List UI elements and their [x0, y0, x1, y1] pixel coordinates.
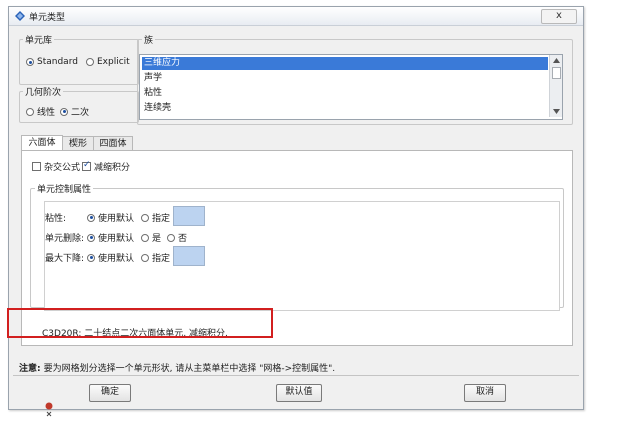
- degradation-default-radio[interactable]: [87, 253, 95, 262]
- tab-hexahedron[interactable]: 六面体: [21, 135, 63, 151]
- degradation-default-label: 使用默认: [98, 254, 135, 264]
- family-item-continuum-shell[interactable]: 连续壳: [142, 102, 171, 115]
- tab-wedge[interactable]: 楔形: [62, 136, 94, 151]
- cancel-button[interactable]: 取消: [464, 384, 506, 402]
- hybrid-checkbox[interactable]: [32, 162, 41, 171]
- radio-quadratic[interactable]: [60, 107, 68, 116]
- ok-button[interactable]: 确定: [89, 384, 131, 402]
- scroll-up-icon[interactable]: [553, 58, 560, 63]
- deletion-yes-label: 是: [152, 234, 162, 244]
- defaults-button[interactable]: 默认值: [276, 384, 322, 402]
- degradation-specify-label: 指定: [152, 254, 171, 264]
- element-type-dialog: 单元类型 x 单元库 Standard Explicit 几何阶次 线性 二次 …: [7, 6, 584, 410]
- library-option-explicit[interactable]: Explicit: [86, 57, 130, 67]
- viscosity-default-radio[interactable]: [87, 213, 95, 222]
- close-icon: x: [556, 10, 562, 21]
- scroll-down-icon[interactable]: [553, 109, 560, 114]
- library-option-standard[interactable]: Standard: [26, 57, 78, 67]
- family-list[interactable]: 三维应力 声学 粘性 连续壳: [139, 54, 563, 120]
- deletion-yes[interactable]: 是: [141, 231, 161, 244]
- viscosity-default-label: 使用默认: [98, 214, 135, 224]
- title-bar: 单元类型 x: [9, 7, 583, 26]
- family-item-viscous[interactable]: 粘性: [142, 87, 162, 100]
- viscosity-specify-label: 指定: [152, 214, 171, 224]
- radio-standard[interactable]: [26, 58, 34, 66]
- deletion-no[interactable]: 否: [167, 231, 187, 244]
- order-option-linear[interactable]: 线性: [26, 105, 55, 118]
- close-button[interactable]: x: [541, 9, 577, 24]
- deletion-yes-radio[interactable]: [141, 233, 149, 242]
- degradation-specify[interactable]: 指定: [141, 251, 170, 264]
- window-title: 单元类型: [29, 13, 66, 23]
- deletion-default-radio[interactable]: [87, 233, 95, 242]
- deletion-no-radio[interactable]: [167, 233, 175, 242]
- viscosity-default[interactable]: 使用默认: [87, 211, 134, 224]
- degradation-default[interactable]: 使用默认: [87, 251, 134, 264]
- element-library-label: 单元库: [23, 33, 55, 46]
- family-scrollbar[interactable]: [549, 55, 562, 117]
- cursor-icon: [45, 402, 53, 417]
- hybrid-label: 杂交公式: [44, 163, 81, 173]
- reduced-label: 减缩积分: [94, 163, 131, 173]
- viscosity-specify-radio[interactable]: [141, 213, 149, 222]
- note-text: 要为网格划分选择一个单元形状, 请从主菜单栏中选择 "网格->控制属性".: [43, 364, 336, 374]
- viscosity-label: 粘性:: [45, 214, 67, 224]
- element-controls-label: 单元控制属性: [35, 182, 94, 195]
- label-standard: Standard: [37, 57, 78, 67]
- reduced-checkbox[interactable]: [82, 160, 91, 171]
- deletion-default-label: 使用默认: [98, 234, 135, 244]
- degradation-specify-radio[interactable]: [141, 253, 149, 262]
- scroll-thumb[interactable]: [552, 67, 561, 79]
- viscosity-value-field[interactable]: [173, 206, 205, 226]
- tab-tetrahedron[interactable]: 四面体: [93, 136, 133, 151]
- reduced-option[interactable]: 减缩积分: [82, 160, 130, 173]
- degradation-value-field[interactable]: [173, 246, 205, 266]
- max-degradation-label: 最大下降:: [45, 254, 85, 264]
- order-option-quadratic[interactable]: 二次: [60, 105, 89, 118]
- deletion-default[interactable]: 使用默认: [87, 231, 134, 244]
- deletion-no-label: 否: [178, 234, 188, 244]
- highlight-box: [7, 308, 273, 338]
- geometric-order-label: 几何阶次: [23, 85, 64, 98]
- button-separator: [13, 375, 579, 376]
- label-explicit: Explicit: [97, 57, 130, 67]
- family-item-3d-stress[interactable]: 三维应力: [142, 57, 548, 70]
- controls-content: 粘性: 使用默认 指定 单元删除: 使用默认 是 否 最大下降: 使用默认 指定: [44, 201, 560, 311]
- radio-explicit[interactable]: [86, 58, 94, 66]
- family-label: 族: [142, 33, 156, 46]
- viscosity-specify[interactable]: 指定: [141, 211, 170, 224]
- note-line: 注意: 要为网格划分选择一个单元形状, 请从主菜单栏中选择 "网格->控制属性"…: [19, 361, 335, 374]
- label-quadratic: 二次: [71, 108, 90, 118]
- label-linear: 线性: [37, 108, 56, 118]
- family-item-acoustic[interactable]: 声学: [142, 72, 162, 85]
- radio-linear[interactable]: [26, 107, 34, 116]
- hybrid-option[interactable]: 杂交公式: [32, 160, 80, 173]
- app-icon: [15, 11, 25, 21]
- element-deletion-label: 单元删除:: [45, 234, 85, 244]
- note-label: 注意:: [19, 364, 41, 374]
